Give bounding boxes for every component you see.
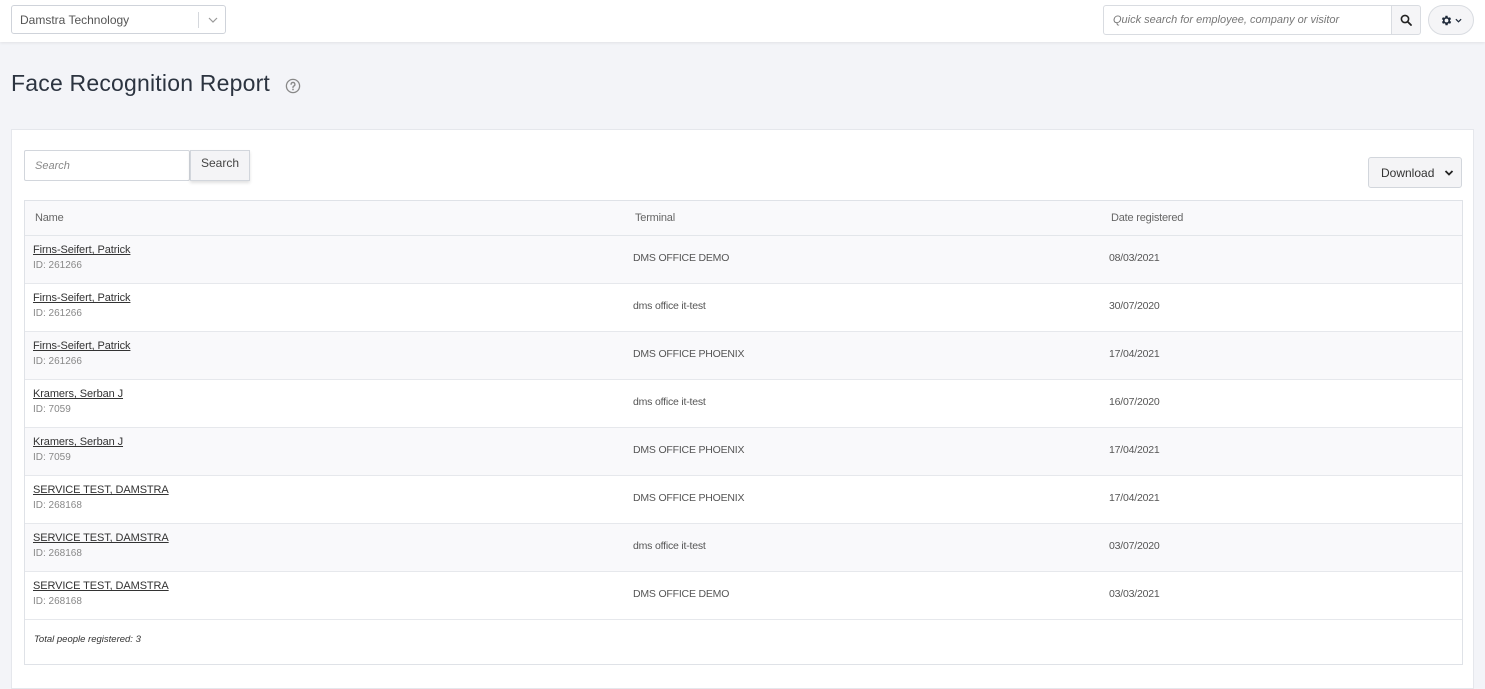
date-registered-cell: 30/07/2020 bbox=[1109, 300, 1160, 312]
employee-name-link[interactable]: Kramers, Serban J bbox=[33, 436, 123, 448]
employee-name-link[interactable]: SERVICE TEST, DAMSTRA bbox=[33, 532, 169, 544]
page-title: Face Recognition Report bbox=[11, 70, 271, 96]
employee-name-link[interactable]: SERVICE TEST, DAMSTRA bbox=[33, 580, 169, 592]
search-icon bbox=[1400, 14, 1412, 26]
terminal-cell: DMS OFFICE PHOENIX bbox=[633, 492, 745, 504]
employee-id: ID: 268168 bbox=[33, 596, 82, 607]
employee-name-link[interactable]: Firns-Seifert, Patrick bbox=[33, 340, 131, 352]
table-header: Name Terminal Date registered bbox=[25, 201, 1462, 236]
chevron-down-icon bbox=[1444, 170, 1454, 176]
table-row: SERVICE TEST, DAMSTRA ID: 268168 DMS OFF… bbox=[25, 572, 1462, 620]
company-select-value: Damstra Technology bbox=[20, 13, 130, 27]
employee-name-link[interactable]: Firns-Seifert, Patrick bbox=[33, 292, 131, 304]
employee-id: ID: 7059 bbox=[33, 404, 71, 415]
date-registered-cell: 03/03/2021 bbox=[1109, 588, 1160, 600]
download-select[interactable]: Download bbox=[1368, 157, 1462, 188]
gear-icon bbox=[1441, 15, 1452, 25]
search-button[interactable]: Search bbox=[190, 150, 250, 181]
total-registered-label: Total people registered: 3 bbox=[34, 634, 141, 645]
date-registered-cell: 16/07/2020 bbox=[1109, 396, 1160, 408]
employee-id: ID: 261266 bbox=[33, 308, 82, 319]
terminal-cell: dms office it-test bbox=[633, 540, 706, 552]
search-input[interactable] bbox=[24, 150, 190, 181]
question-circle-icon[interactable] bbox=[285, 78, 301, 94]
top-bar: Damstra Technology bbox=[0, 0, 1485, 42]
terminal-cell: dms office it-test bbox=[633, 300, 706, 312]
download-label: Download bbox=[1381, 166, 1435, 180]
terminal-cell: DMS OFFICE DEMO bbox=[633, 252, 730, 264]
terminal-cell: dms office it-test bbox=[633, 396, 706, 408]
column-header-name[interactable]: Name bbox=[35, 212, 64, 224]
date-registered-cell: 17/04/2021 bbox=[1109, 492, 1160, 504]
terminal-cell: DMS OFFICE PHOENIX bbox=[633, 348, 745, 360]
employee-id: ID: 261266 bbox=[33, 356, 82, 367]
date-registered-cell: 08/03/2021 bbox=[1109, 252, 1160, 264]
employee-name-link[interactable]: Kramers, Serban J bbox=[33, 388, 123, 400]
table-row: Firns-Seifert, Patrick ID: 261266 dms of… bbox=[25, 284, 1462, 332]
employee-id: ID: 261266 bbox=[33, 260, 82, 271]
table-row: Kramers, Serban J ID: 7059 dms office it… bbox=[25, 380, 1462, 428]
column-header-terminal[interactable]: Terminal bbox=[635, 212, 675, 224]
column-header-date[interactable]: Date registered bbox=[1111, 212, 1183, 224]
table-row: Kramers, Serban J ID: 7059 DMS OFFICE PH… bbox=[25, 428, 1462, 476]
chevron-down-icon[interactable] bbox=[205, 12, 221, 28]
settings-button[interactable] bbox=[1428, 5, 1474, 35]
employee-name-link[interactable]: Firns-Seifert, Patrick bbox=[33, 244, 131, 256]
report-table: Name Terminal Date registered Firns-Seif… bbox=[24, 200, 1463, 665]
table-row: SERVICE TEST, DAMSTRA ID: 268168 dms off… bbox=[25, 524, 1462, 572]
employee-name-link[interactable]: SERVICE TEST, DAMSTRA bbox=[33, 484, 169, 496]
quick-search-input[interactable] bbox=[1103, 5, 1392, 35]
date-registered-cell: 03/07/2020 bbox=[1109, 540, 1160, 552]
chevron-down-icon bbox=[1455, 18, 1462, 23]
employee-id: ID: 7059 bbox=[33, 452, 71, 463]
employee-id: ID: 268168 bbox=[33, 500, 82, 511]
date-registered-cell: 17/04/2021 bbox=[1109, 348, 1160, 360]
date-registered-cell: 17/04/2021 bbox=[1109, 444, 1160, 456]
terminal-cell: DMS OFFICE PHOENIX bbox=[633, 444, 745, 456]
select-divider bbox=[198, 12, 199, 28]
table-row: SERVICE TEST, DAMSTRA ID: 268168 DMS OFF… bbox=[25, 476, 1462, 524]
employee-id: ID: 268168 bbox=[33, 548, 82, 559]
table-row: Firns-Seifert, Patrick ID: 261266 DMS OF… bbox=[25, 332, 1462, 380]
table-row: Firns-Seifert, Patrick ID: 261266 DMS OF… bbox=[25, 236, 1462, 284]
terminal-cell: DMS OFFICE DEMO bbox=[633, 588, 730, 600]
company-select[interactable]: Damstra Technology bbox=[11, 5, 226, 34]
quick-search-button[interactable] bbox=[1391, 5, 1421, 35]
